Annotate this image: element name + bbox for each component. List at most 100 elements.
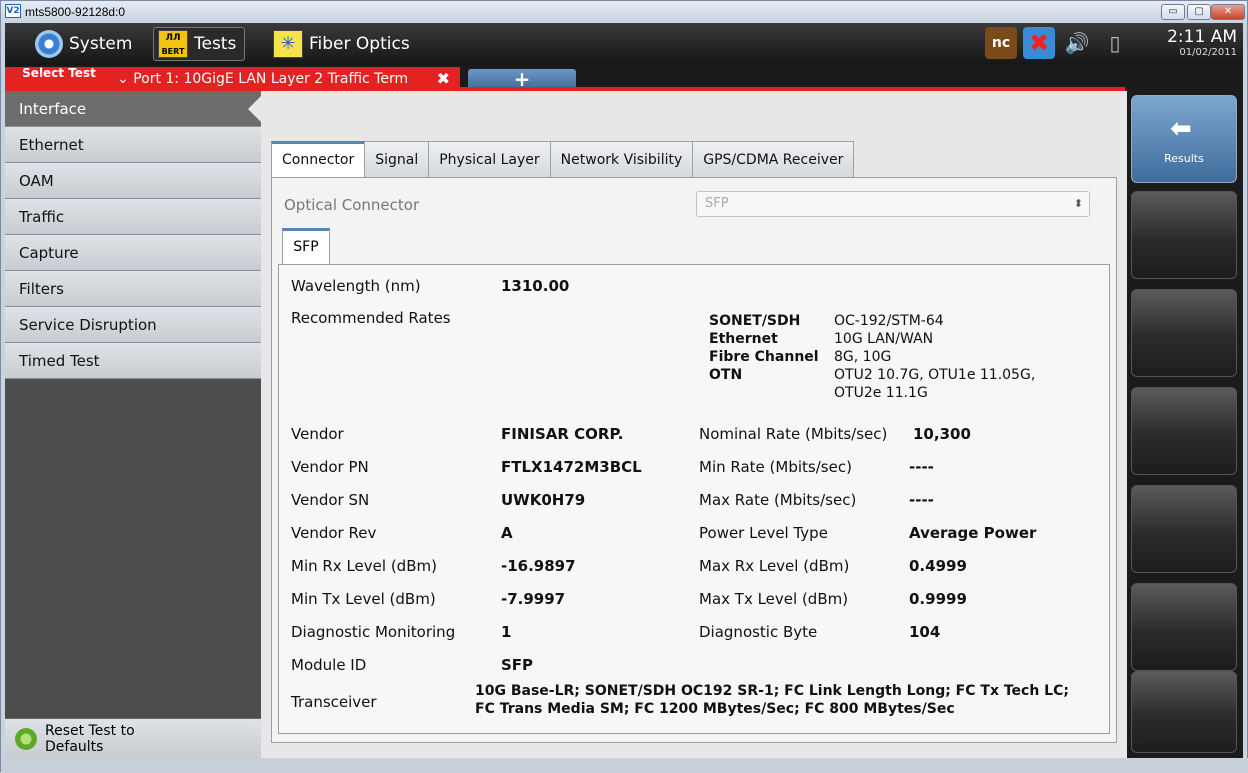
wavelength-value: 1310.00 bbox=[501, 277, 570, 295]
optical-connector-value: SFP bbox=[705, 196, 729, 211]
tab-sfp[interactable]: SFP bbox=[282, 228, 330, 264]
bert-icon: ЛЛ BERT bbox=[158, 30, 188, 58]
nc-icon[interactable]: nc bbox=[985, 27, 1017, 59]
rate-value: OC-192/STM-64 bbox=[834, 313, 944, 329]
max-rx-label: Max Rx Level (dBm) bbox=[699, 557, 850, 575]
nominal-rate-value: 10,300 bbox=[913, 425, 971, 443]
connector-content: Optical Connector SFP ⬍ SFP Wavelength (… bbox=[271, 177, 1117, 743]
max-rx-value: 0.4999 bbox=[909, 557, 967, 575]
top-bar-row: System ЛЛ BERT Tests ✳ Fiber Optics nc ✖ … bbox=[5, 23, 1243, 65]
sidebar-item-interface[interactable]: Interface bbox=[5, 91, 262, 127]
transceiver-value-cont: FC Trans Media SM; FC 1200 MBytes/Sec; F… bbox=[475, 701, 955, 717]
rate-name: SONET/SDH bbox=[709, 313, 801, 329]
soft-key-5[interactable] bbox=[1131, 485, 1237, 573]
diagnostic-monitoring-label: Diagnostic Monitoring bbox=[291, 623, 456, 641]
rate-name: OTN bbox=[709, 367, 743, 383]
chevron-down-icon: ⌄ bbox=[117, 71, 134, 87]
reset-defaults-button[interactable]: Reset Test to Defaults bbox=[5, 718, 261, 758]
tests-button[interactable]: ЛЛ BERT Tests bbox=[153, 27, 246, 61]
fiber-optics-icon: ✳ bbox=[273, 30, 303, 58]
power-level-type-value: Average Power bbox=[909, 524, 1037, 542]
max-tx-label: Max Tx Level (dBm) bbox=[699, 590, 849, 608]
min-rx-label: Min Rx Level (dBm) bbox=[291, 557, 437, 575]
select-arrows-icon: ⬍ bbox=[1073, 197, 1083, 210]
bottom-strip bbox=[1, 758, 1248, 773]
tab-network-visibility[interactable]: Network Visibility bbox=[549, 141, 694, 177]
fiber-optics-button[interactable]: ✳ Fiber Optics bbox=[273, 27, 410, 61]
sidebar-item-capture[interactable]: Capture bbox=[5, 235, 261, 271]
max-tx-value: 0.9999 bbox=[909, 590, 967, 608]
results-label: Results bbox=[1164, 152, 1204, 165]
module-id-value: SFP bbox=[501, 656, 534, 674]
window-title: mts5800-92128d:0 bbox=[25, 5, 126, 19]
diagnostic-byte-value: 104 bbox=[909, 623, 941, 641]
port-tab-label: Port 1: 10GigE LAN Layer 2 Traffic Term bbox=[133, 71, 409, 87]
main-tabs: Connector Signal Physical Layer Network … bbox=[271, 141, 855, 177]
rate-value: OTU2 10.7G, OTU1e 11.05G, bbox=[834, 367, 1036, 383]
transceiver-label: Transceiver bbox=[291, 693, 377, 711]
sidebar-item-ethernet[interactable]: Ethernet bbox=[5, 127, 261, 163]
power-level-type-label: Power Level Type bbox=[699, 524, 828, 542]
battery-icon: ▯ bbox=[1109, 31, 1121, 55]
rate-name: Ethernet bbox=[709, 331, 778, 347]
tab-connector[interactable]: Connector bbox=[271, 141, 366, 177]
main-panel: Connector Signal Physical Layer Network … bbox=[261, 91, 1127, 758]
network-error-icon[interactable]: ✖ bbox=[1023, 27, 1055, 59]
refresh-icon bbox=[15, 728, 37, 750]
sidebar-item-timed-test[interactable]: Timed Test bbox=[5, 343, 261, 379]
system-label: System bbox=[69, 34, 133, 54]
maximize-button[interactable]: ▢ bbox=[1187, 4, 1211, 20]
wavelength-label: Wavelength (nm) bbox=[291, 277, 421, 295]
top-bar: System ЛЛ BERT Tests ✳ Fiber Optics nc ✖ … bbox=[5, 23, 1243, 91]
clock-date: 01/02/2011 bbox=[1179, 47, 1237, 58]
status-icons: nc ✖ 🔊 ▯ bbox=[985, 27, 1131, 59]
close-window-button[interactable]: ✕ bbox=[1211, 4, 1245, 20]
tests-label: Tests bbox=[194, 34, 237, 54]
min-rate-label: Min Rate (Mbits/sec) bbox=[699, 458, 852, 476]
min-tx-value: -7.9997 bbox=[501, 590, 566, 608]
sidebar-item-traffic[interactable]: Traffic bbox=[5, 199, 261, 235]
sidebar-item-filters[interactable]: Filters bbox=[5, 271, 261, 307]
title-bar: V2 mts5800-92128d:0 ▭ ▢ ✕ bbox=[1, 1, 1247, 23]
reset-label: Reset Test to Defaults bbox=[45, 723, 135, 755]
sfp-panel: Wavelength (nm) 1310.00 Recommended Rate… bbox=[278, 264, 1110, 734]
system-button[interactable]: System bbox=[35, 27, 140, 61]
action-panel: ⬅ Results bbox=[1127, 91, 1243, 758]
min-rx-value: -16.9897 bbox=[501, 557, 576, 575]
optical-connector-select[interactable]: SFP ⬍ bbox=[696, 191, 1090, 217]
recommended-rates-label: Recommended Rates bbox=[291, 309, 451, 327]
nominal-rate-label: Nominal Rate (Mbits/sec) bbox=[699, 425, 888, 443]
vendor-sn-label: Vendor SN bbox=[291, 491, 370, 509]
max-rate-label: Max Rate (Mbits/sec) bbox=[699, 491, 857, 509]
vendor-rev-value: A bbox=[501, 524, 513, 542]
fiber-optics-label: Fiber Optics bbox=[309, 34, 410, 54]
clock: 2:11 AM 01/02/2011 bbox=[1167, 27, 1237, 58]
soft-key-7[interactable] bbox=[1131, 671, 1237, 753]
soft-key-2[interactable] bbox=[1131, 191, 1237, 279]
app-window: V2 mts5800-92128d:0 ▭ ▢ ✕ System ЛЛ BERT … bbox=[0, 0, 1248, 773]
sidebar-item-oam[interactable]: OAM bbox=[5, 163, 261, 199]
tab-gps-cdma-receiver[interactable]: GPS/CDMA Receiver bbox=[692, 141, 855, 177]
vendor-label: Vendor bbox=[291, 425, 344, 443]
vendor-pn-label: Vendor PN bbox=[291, 458, 369, 476]
tab-signal[interactable]: Signal bbox=[364, 141, 430, 177]
tab-physical-layer[interactable]: Physical Layer bbox=[428, 141, 551, 177]
optical-connector-label: Optical Connector bbox=[284, 196, 420, 214]
vnc-icon: V2 bbox=[5, 4, 21, 18]
rate-value: 10G LAN/WAN bbox=[834, 331, 934, 347]
vendor-value: FINISAR CORP. bbox=[501, 425, 624, 443]
max-rate-value: ---- bbox=[909, 491, 934, 509]
vendor-sn-value: UWK0H79 bbox=[501, 491, 586, 509]
soft-key-3[interactable] bbox=[1131, 289, 1237, 377]
results-button[interactable]: ⬅ Results bbox=[1131, 95, 1237, 183]
back-arrow-icon: ⬅ bbox=[1170, 114, 1192, 144]
soft-key-4[interactable] bbox=[1131, 387, 1237, 475]
vendor-rev-label: Vendor Rev bbox=[291, 524, 377, 542]
soft-key-6[interactable] bbox=[1131, 583, 1237, 671]
speaker-icon[interactable]: 🔊 bbox=[1061, 27, 1093, 59]
rate-value: 8G, 10G bbox=[834, 349, 892, 365]
module-id-label: Module ID bbox=[291, 656, 367, 674]
minimize-button[interactable]: ▭ bbox=[1161, 4, 1185, 20]
sidebar-item-service-disruption[interactable]: Service Disruption bbox=[5, 307, 261, 343]
min-tx-label: Min Tx Level (dBm) bbox=[291, 590, 436, 608]
